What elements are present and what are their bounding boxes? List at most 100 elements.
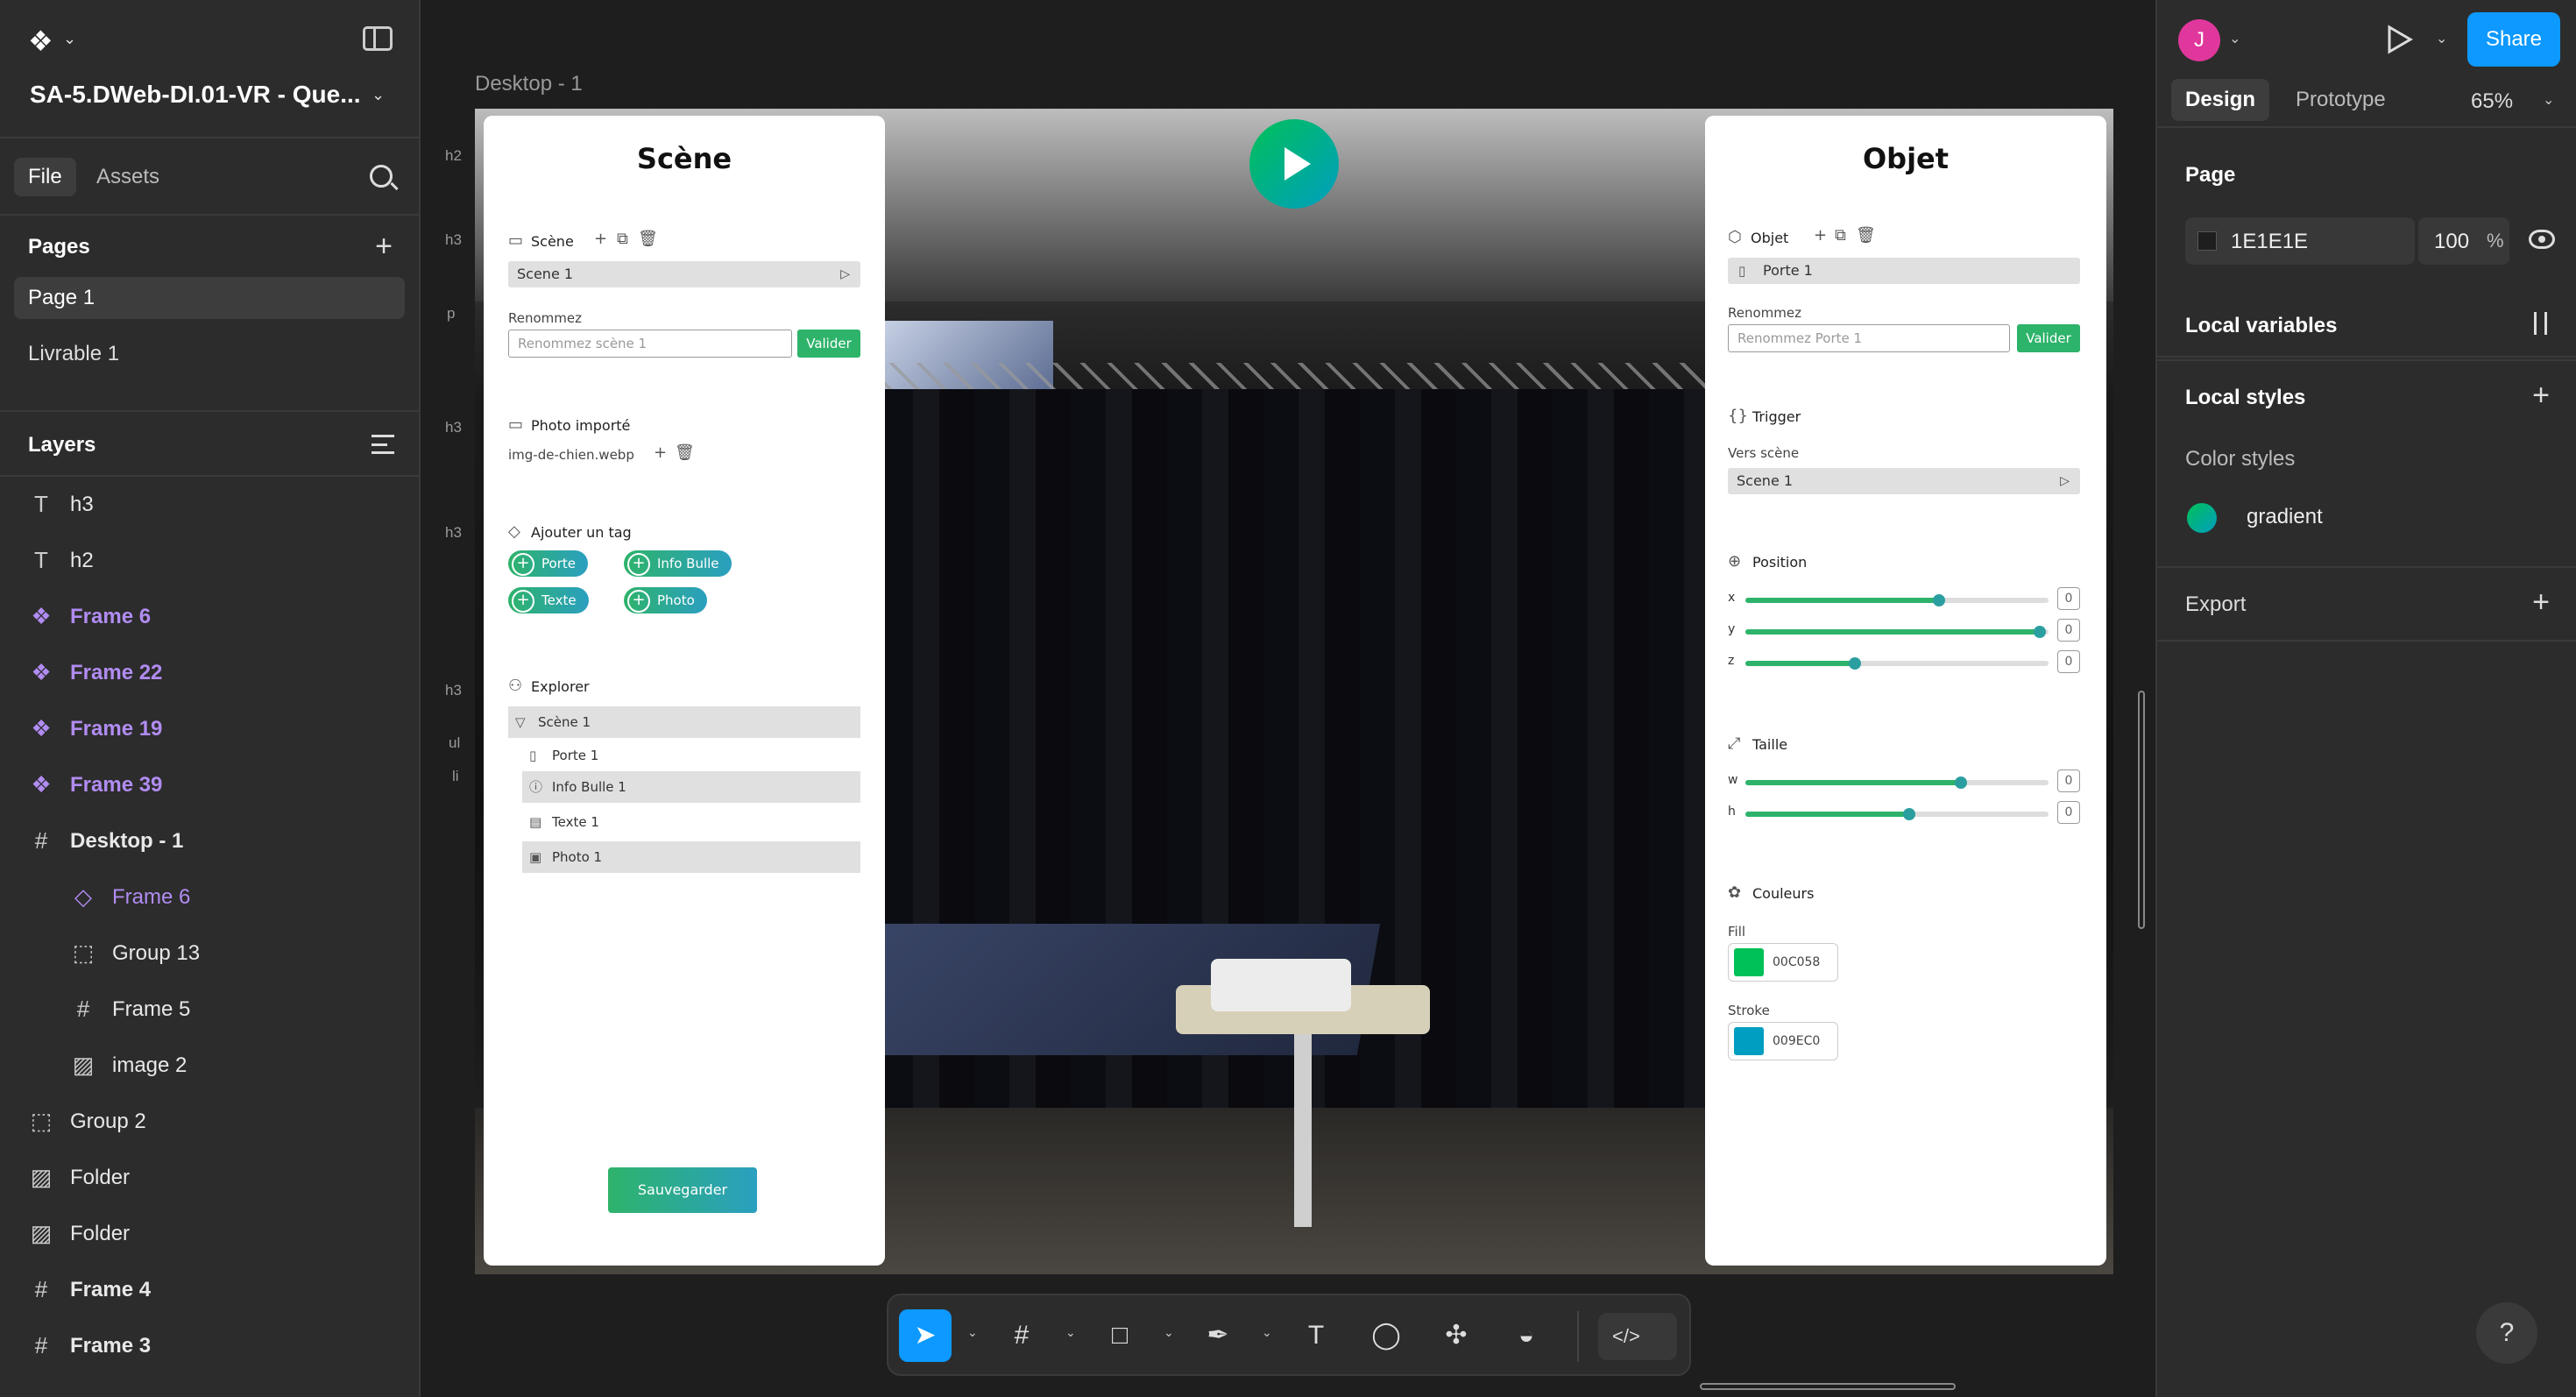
target-scene-select[interactable]: Scene 1 ▷ [1728,468,2080,494]
layer-item[interactable]: ▨ Folder [0,1150,419,1206]
add-export-icon[interactable]: + [2532,587,2550,617]
tag-door-button[interactable]: Porte [508,550,588,577]
layer-item[interactable]: # Frame 3 [0,1318,419,1374]
trash-icon[interactable]: 🗑 [1856,226,1876,245]
add-page-icon[interactable]: + [375,231,393,261]
slider-knob[interactable] [1933,594,1946,606]
horizontal-scrollbar[interactable] [1700,1383,1956,1390]
tag-infobulle-button[interactable]: Info Bulle [624,550,732,577]
frame-label[interactable]: Desktop - 1 [475,72,583,96]
layer-item[interactable]: # Frame 5 [0,982,419,1038]
fill-swatch[interactable] [1734,948,1764,976]
local-variables-section[interactable]: Local variables [2157,289,2576,361]
slider-knob[interactable] [1954,777,1967,789]
validate-button[interactable]: Valider [797,330,860,358]
layer-item[interactable]: ❖ Frame 6 [0,589,419,645]
rename-scene-input[interactable]: Renommez scène 1 [508,330,792,358]
play-small-icon[interactable]: ▷ [840,261,850,287]
layer-item[interactable]: ▨ Folder [0,1206,419,1262]
layer-item[interactable]: ◇ Frame 6 [0,869,419,925]
file-title[interactable]: SA-5.DWeb-DI.01-VR - Que... [30,81,361,109]
tab-design[interactable]: Design [2171,79,2270,121]
sidebar-toggle-icon[interactable] [363,26,393,51]
gradient-swatch[interactable] [2187,503,2217,533]
scene-select[interactable]: Scene 1 ▷ [508,261,860,287]
chevron-down-icon[interactable]: ⌄ [2543,91,2554,109]
variables-sliders-icon[interactable] [2529,312,2555,335]
stroke-color-field[interactable]: 009EC0 [1728,1022,1838,1060]
tag-text-button[interactable]: Texte [508,587,589,613]
value-box[interactable]: 0 [2057,619,2080,642]
layer-item[interactable]: ▨ image 2 [0,1038,419,1094]
slider[interactable] [1745,808,2049,820]
slider-knob[interactable] [2033,626,2046,638]
layer-item[interactable]: Th3 [0,477,419,533]
comment-tool-icon[interactable]: ◯ [1360,1309,1412,1362]
stroke-swatch[interactable] [1734,1027,1764,1055]
duplicate-icon[interactable]: ⧉ [1835,226,1846,245]
avatar[interactable]: J [2178,19,2220,61]
slider[interactable] [1745,626,2049,638]
add-style-icon[interactable]: + [2532,380,2550,410]
share-button[interactable]: Share [2467,12,2560,67]
rename-object-input[interactable]: Renommez Porte 1 [1728,324,2010,352]
trash-icon[interactable]: 🗑 [675,443,695,462]
page-color-field[interactable]: 1E1E1E [2185,217,2415,265]
layer-item[interactable]: ❖ Frame 19 [0,701,419,757]
layer-item[interactable]: # Desktop - 1 [0,813,419,869]
pen-tool-icon[interactable]: ✒ [1192,1309,1244,1362]
slider-knob[interactable] [1848,657,1861,670]
duplicate-icon[interactable]: ⧉ [617,230,628,248]
slider-knob[interactable] [1902,808,1915,820]
fill-color-field[interactable]: 00C058 [1728,943,1838,982]
page-color-hex[interactable]: 1E1E1E [2231,230,2308,254]
layers-list-icon[interactable] [372,435,394,454]
value-box[interactable]: 0 [2057,769,2080,792]
layer-item[interactable]: ⬚ Group 2 [0,1094,419,1150]
add-icon[interactable]: + [654,443,667,462]
layer-item[interactable]: ❖ Frame 22 [0,645,419,701]
vertical-scrollbar[interactable] [2138,691,2145,929]
plugin-tool-icon[interactable]: ◒ [1500,1309,1553,1362]
value-box[interactable]: 0 [2057,801,2080,824]
tree-item[interactable]: ▽ Scène 1 [508,706,860,738]
tag-photo-button[interactable]: Photo [624,587,707,613]
tab-assets[interactable]: Assets [82,158,173,196]
eye-icon[interactable] [2529,230,2555,249]
chevron-down-icon[interactable]: ⌄ [63,30,76,48]
slider[interactable] [1745,777,2049,789]
save-button[interactable]: Sauvegarder [608,1167,757,1213]
add-icon[interactable]: + [594,230,607,248]
figma-logo-icon[interactable]: ❖ [28,25,53,58]
page-item[interactable]: Page 1 [14,277,405,319]
chevron-down-icon[interactable]: ⌄ [1262,1325,1272,1340]
dev-mode-toggle[interactable]: </> [1598,1313,1677,1360]
tree-item[interactable]: ▤ Texte 1 [522,806,860,838]
validate-button[interactable]: Valider [2017,324,2080,352]
chevron-down-icon[interactable]: ⌄ [372,86,385,104]
present-play-icon[interactable] [2387,25,2413,54]
style-name[interactable]: gradient [2247,505,2323,529]
move-tool-icon[interactable]: ➤ [899,1309,952,1362]
trash-icon[interactable]: 🗑 [638,230,658,248]
frame-tool-icon[interactable]: # [995,1309,1048,1362]
tab-file[interactable]: File [14,158,76,196]
chevron-down-icon[interactable]: ⌄ [2436,30,2447,47]
tree-item[interactable]: ▯ Porte 1 [522,740,860,771]
page-opacity-field[interactable]: 100 % [2418,217,2509,265]
zoom-level[interactable]: 65% [2471,89,2513,114]
layer-item[interactable]: # Frame 4 [0,1262,419,1318]
tab-prototype[interactable]: Prototype [2282,79,2400,121]
layer-item[interactable]: ❖ Frame 39 [0,757,419,813]
rectangle-tool-icon[interactable]: □ [1093,1309,1146,1362]
chevron-down-icon[interactable]: ⌄ [1065,1325,1076,1340]
play-small-icon[interactable]: ▷ [2060,468,2070,494]
value-box[interactable]: 0 [2057,650,2080,673]
chevron-down-icon[interactable]: ⌄ [1164,1325,1174,1340]
text-tool-icon[interactable]: T [1290,1309,1342,1362]
tree-item[interactable]: ⓘ Info Bulle 1 [522,771,860,803]
expand-triangle-icon[interactable]: ▽ [515,706,526,738]
search-icon[interactable] [370,165,393,188]
value-box[interactable]: 0 [2057,587,2080,610]
chevron-down-icon[interactable]: ⌄ [2229,30,2240,47]
